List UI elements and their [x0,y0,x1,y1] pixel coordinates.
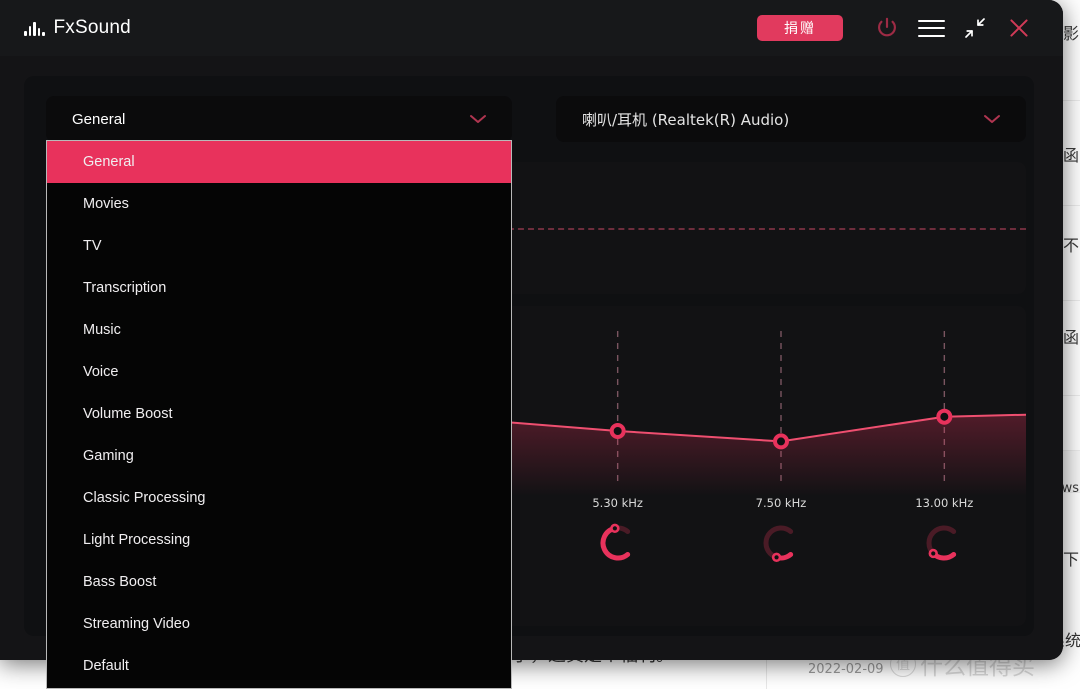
preset-select-value: General [72,111,125,128]
knob-handle[interactable] [930,550,937,557]
preset-item-label: Gaming [83,448,134,464]
close-icon [1006,15,1032,41]
knob-handle[interactable] [611,525,618,532]
preset-item-voice[interactable]: Voice [47,351,511,393]
eq-knob[interactable] [921,520,967,566]
preset-item-label: Movies [83,196,129,212]
chevron-down-icon [982,113,1002,125]
preset-item-label: Classic Processing [83,490,206,506]
page-right-char: ws [1062,482,1079,495]
preset-item-tv[interactable]: TV [47,225,511,267]
page-right-char: 下 [1063,552,1079,568]
preset-item-music[interactable]: Music [47,309,511,351]
screen: 影 函 不 函 ws 下 资下 彻底免费 下载免费正式版 了，这真是个福利。 W… [0,0,1080,689]
preset-select[interactable]: General [46,96,512,142]
preset-item-bass-boost[interactable]: Bass Boost [47,561,511,603]
preset-item-transcription[interactable]: Transcription [47,267,511,309]
window-titlebar[interactable]: FxSound 捐赠 [0,0,1063,56]
app-title: FxSound [54,17,131,39]
output-device-select[interactable]: 喇叭/耳机 (Realtek(R) Audio) [556,96,1026,142]
page-right-char: 函 [1063,330,1079,346]
preset-item-label: Light Processing [83,532,190,548]
page-related-date: 2022-02-09 [808,662,884,677]
preset-item-classic-processing[interactable]: Classic Processing [47,477,511,519]
page-right-char: 影 [1063,26,1079,42]
chevron-down-icon [468,113,488,125]
page-right-char: 函 [1063,148,1079,164]
preset-item-label: Music [83,322,121,338]
preset-item-light-processing[interactable]: Light Processing [47,519,511,561]
titlebar-controls: 捐赠 [757,0,1041,56]
preset-item-label: TV [83,238,102,254]
frequency-label: 13.00 kHz [915,496,973,510]
power-button[interactable] [865,6,909,50]
preset-item-streaming-video[interactable]: Streaming Video [47,603,511,645]
menu-button[interactable] [909,6,953,50]
app-brand: FxSound [24,17,131,39]
close-button[interactable] [997,6,1041,50]
preset-item-label: Volume Boost [83,406,172,422]
frequency-band: 5.30 kHz [536,496,699,566]
frequency-label: 5.30 kHz [592,496,643,510]
equalizer-bars-icon [24,21,45,36]
preset-item-label: Bass Boost [83,574,156,590]
preset-item-label: Transcription [83,280,166,296]
donate-button[interactable]: 捐赠 [757,15,843,41]
frequency-band: 13.00 kHz [863,496,1026,566]
preset-item-movies[interactable]: Movies [47,183,511,225]
preset-dropdown-list[interactable]: General Movies TV Transcription Music Voice Vo… [46,140,512,689]
power-icon [874,15,900,41]
preset-item-volume-boost[interactable]: Volume Boost [47,393,511,435]
eq-knob[interactable] [595,520,641,566]
restore-down-button[interactable] [953,6,997,50]
preset-item-label: Streaming Video [83,616,190,632]
eq-band-point[interactable] [938,411,950,423]
preset-item-label: Voice [83,364,118,380]
knob-handle[interactable] [773,554,780,561]
preset-item-label: General [83,154,135,170]
hamburger-menu-icon [918,20,945,37]
eq-band-point[interactable] [612,425,624,437]
restore-down-icon [963,16,987,40]
frequency-band: 7.50 kHz [699,496,862,566]
preset-item-label: Default [83,658,129,674]
eq-band-point[interactable] [775,435,787,447]
eq-knob[interactable] [758,520,804,566]
preset-item-default[interactable]: Default [47,645,511,687]
preset-item-gaming[interactable]: Gaming [47,435,511,477]
preset-item-general[interactable]: General [47,141,511,183]
page-right-char: 不 [1063,238,1079,254]
frequency-label: 7.50 kHz [756,496,807,510]
output-device-value: 喇叭/耳机 (Realtek(R) Audio) [582,109,789,130]
